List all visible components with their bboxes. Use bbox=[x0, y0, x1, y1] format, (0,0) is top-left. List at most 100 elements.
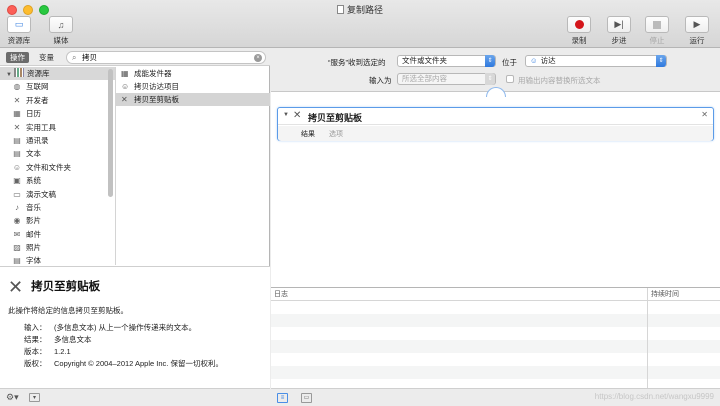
library-root[interactable]: ▼ 资源库 bbox=[0, 67, 115, 81]
service-settings: “服务”收到选定的 文件或文件夹 ⇕ 位于 ☺ 访达 ⇕ 输入为 所选全部内容 ⇕ 用输… bbox=[271, 49, 720, 89]
media-button[interactable]: ♫ 媒体 bbox=[49, 16, 73, 46]
play-icon: ▶ bbox=[685, 16, 709, 33]
column-divider bbox=[647, 288, 648, 389]
disclosure-triangle-icon[interactable]: ▼ bbox=[283, 112, 289, 118]
window-title: 复制路径 bbox=[0, 3, 720, 16]
category-item[interactable]: ▤ 通讯录 bbox=[0, 134, 115, 147]
category-item[interactable]: ▣ 系统 bbox=[0, 174, 115, 187]
chevron-updown-icon: ⇕ bbox=[485, 73, 495, 85]
step-button[interactable]: ▶| 步进 bbox=[607, 16, 631, 46]
run-button[interactable]: ▶ 运行 bbox=[685, 16, 709, 46]
tab-variables[interactable]: 变量 bbox=[35, 52, 58, 63]
step-label: 步进 bbox=[611, 36, 627, 45]
category-item[interactable]: ✕ 实用工具 bbox=[0, 121, 115, 134]
variables-view-icon[interactable]: ▭ bbox=[301, 393, 312, 403]
category-item[interactable]: ◍ 互联网 bbox=[0, 80, 115, 93]
watermark: https://blog.csdn.net/wangxu9999 bbox=[594, 392, 714, 401]
category-list[interactable]: ▼ 资源库 ◍ 互联网 ✕ 开发者 ▦ 日历 ✕ 实用工具 ▤ 通讯录 ▤ 文本 ☺ 文件和文件夹 ▣ 系统 ▭ 演… bbox=[0, 67, 115, 265]
action-card-header[interactable]: ▼ ✕ 拷贝至剪贴板 ✕ bbox=[278, 108, 713, 125]
location-label: 位于 bbox=[502, 58, 517, 67]
category-item[interactable]: ✉ 邮件 bbox=[0, 228, 115, 241]
category-item[interactable]: ✕ 开发者 bbox=[0, 94, 115, 107]
category-label: 文件和文件夹 bbox=[26, 162, 71, 172]
category-item[interactable]: ▭ 演示文稿 bbox=[0, 188, 115, 201]
category-item[interactable]: ▨ 照片 bbox=[0, 241, 115, 254]
action-description: ✕ 拷贝至剪贴板 此操作将给定的信息拷贝至剪贴板。 输入： (多信息文本) 从上一个… bbox=[0, 266, 270, 388]
stop-button[interactable]: 停止 bbox=[645, 16, 669, 46]
window-title-text: 复制路径 bbox=[346, 5, 383, 15]
log-column-header[interactable]: 日志 bbox=[274, 288, 288, 301]
finder-icon: ☺ bbox=[121, 82, 130, 91]
library-toggle-icon: ▭ bbox=[7, 16, 31, 33]
category-item[interactable]: ♪ 音乐 bbox=[0, 201, 115, 214]
location-select[interactable]: ☺ 访达 ⇕ bbox=[525, 55, 667, 67]
library-bottom-bar: ⚙▾ ▾ bbox=[0, 388, 270, 406]
finder-icon: ☺ bbox=[12, 162, 22, 172]
contacts-icon: ▤ bbox=[13, 135, 21, 145]
library-root-label: 资源库 bbox=[26, 69, 50, 78]
receives-label: “服务”收到选定的 bbox=[328, 58, 386, 67]
category-item[interactable]: ☺ 文件和文件夹 bbox=[0, 161, 115, 174]
category-label: 演示文稿 bbox=[26, 189, 56, 199]
results-button[interactable]: 结果 bbox=[301, 129, 315, 139]
search-input[interactable] bbox=[82, 52, 252, 63]
window-toolbar: 复制路径 ▭ 资源库 ♫ 媒体 录制 ▶| 步进 停止 ▶ 运行 bbox=[0, 0, 720, 48]
category-label: 系统 bbox=[26, 176, 41, 186]
category-label: 互联网 bbox=[26, 82, 49, 92]
replace-checkbox[interactable] bbox=[506, 75, 514, 83]
description-title-text: 拷贝至剪贴板 bbox=[31, 281, 101, 293]
duration-column-header[interactable]: 持续时间 bbox=[651, 288, 679, 301]
calendar-icon: ▦ bbox=[13, 109, 21, 119]
workflow-area[interactable]: ▼ ✕ 拷贝至剪贴板 ✕ 结果 选项 bbox=[271, 87, 720, 287]
receives-select[interactable]: 文件或文件夹 ⇕ bbox=[397, 55, 496, 67]
search-icon: ⌕ bbox=[72, 53, 77, 62]
close-icon[interactable]: ✕ bbox=[701, 110, 708, 119]
workflow-bottom-bar: ≡ ▭ https://blog.csdn.net/wangxu9999 bbox=[271, 388, 720, 406]
category-label: 实用工具 bbox=[26, 122, 56, 132]
list-view-icon[interactable]: ≡ bbox=[277, 393, 288, 403]
category-scrollbar[interactable] bbox=[107, 69, 114, 259]
toggle-description-icon[interactable]: ▾ bbox=[29, 393, 40, 402]
category-label: 影片 bbox=[26, 216, 41, 226]
clipboard-tool-icon: ✕ bbox=[293, 110, 302, 121]
description-summary: 此操作将给定的信息拷贝至剪贴板。 bbox=[8, 306, 128, 315]
photos-icon: ▨ bbox=[13, 243, 21, 253]
globe-icon: ◍ bbox=[13, 82, 21, 92]
library-pane: 操作 变量 ⌕ × ▼ 资源库 ◍ 互联网 ✕ 开发者 ▦ 日历 ✕ 实用工具 ▤ 通讯录 ▤ 文本 ☺ 文… bbox=[0, 49, 270, 406]
category-item[interactable]: ▦ 日历 bbox=[0, 107, 115, 120]
stop-icon bbox=[645, 16, 669, 33]
clear-search-icon[interactable]: × bbox=[254, 54, 262, 62]
search-field[interactable]: ⌕ × bbox=[66, 51, 266, 64]
mail-icon: ✉ bbox=[13, 229, 21, 239]
action-item[interactable]: ✕ 拷贝至剪贴板 bbox=[116, 93, 270, 106]
library-books-icon bbox=[13, 68, 24, 77]
gear-icon[interactable]: ⚙▾ bbox=[6, 392, 19, 403]
disclosure-triangle-icon[interactable]: ▼ bbox=[6, 72, 12, 78]
category-item[interactable]: ▤ 文本 bbox=[0, 147, 115, 160]
tab-actions[interactable]: 操作 bbox=[6, 52, 29, 63]
category-item[interactable]: ◉ 影片 bbox=[0, 214, 115, 227]
workflow-pane: “服务”收到选定的 文件或文件夹 ⇕ 位于 ☺ 访达 ⇕ 输入为 所选全部内容 ⇕ 用输… bbox=[271, 49, 720, 406]
category-label: 文本 bbox=[26, 149, 41, 159]
options-button[interactable]: 选项 bbox=[329, 129, 343, 139]
log-row bbox=[271, 340, 720, 353]
action-card[interactable]: ▼ ✕ 拷贝至剪贴板 ✕ 结果 选项 bbox=[277, 107, 714, 141]
category-item[interactable]: ▤ 字体 bbox=[0, 254, 115, 265]
category-label: 邮件 bbox=[26, 229, 41, 239]
description-row: 版权： Copyright © 2004–2012 Apple Inc. 保留一切… bbox=[24, 359, 223, 368]
system-icon: ▣ bbox=[13, 176, 21, 186]
utilities-icon: ✕ bbox=[13, 122, 21, 132]
chevron-updown-icon: ⇕ bbox=[485, 55, 495, 67]
record-label: 录制 bbox=[571, 36, 587, 45]
description-row: 版本： 1.2.1 bbox=[24, 347, 71, 356]
record-icon bbox=[567, 16, 591, 33]
action-item[interactable]: ▦ 成能发件器 bbox=[116, 67, 270, 80]
category-label: 通讯录 bbox=[26, 135, 49, 145]
description-title: ✕ 拷贝至剪贴板 bbox=[8, 277, 100, 298]
input-select[interactable]: 所选全部内容 ⇕ bbox=[397, 73, 496, 85]
action-item[interactable]: ☺ 拷贝访达项目 bbox=[116, 80, 270, 93]
library-button[interactable]: ▭ 资源库 bbox=[7, 16, 31, 46]
action-card-footer: 结果 选项 bbox=[278, 126, 713, 141]
action-list[interactable]: ▦ 成能发件器 ☺ 拷贝访达项目 ✕ 拷贝至剪贴板 bbox=[116, 67, 270, 265]
record-button[interactable]: 录制 bbox=[567, 16, 591, 46]
